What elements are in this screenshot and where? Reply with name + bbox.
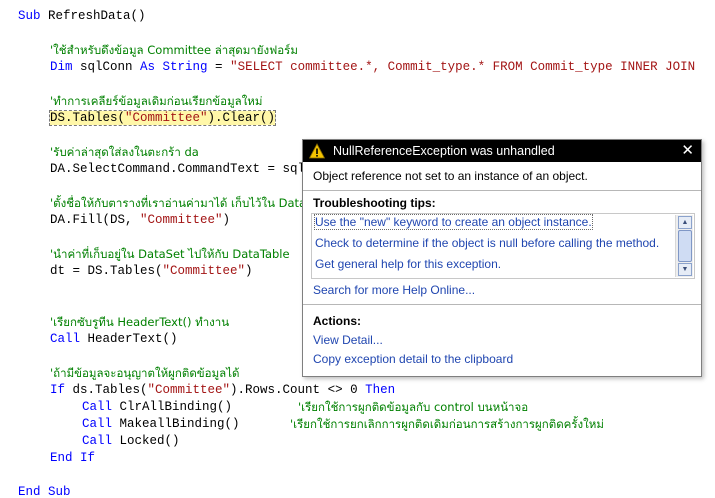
tip-link[interactable]: Check to determine if the object is null…	[315, 236, 659, 250]
tip-link[interactable]: Use the "new" keyword to create an objec…	[314, 214, 593, 230]
code-text: dt = DS.Tables(	[50, 264, 163, 278]
code-line-dim: Dim sqlConn As String = "SELECT committe…	[50, 59, 695, 76]
code-line-clrall: Call ClrAllBinding()	[82, 399, 232, 416]
exception-assistant: NullReferenceException was unhandled ✕ O…	[302, 139, 702, 377]
code-line-sub: Sub RefreshData()	[18, 8, 146, 25]
code-text: ds.Tables(	[65, 383, 148, 397]
code-line-call-header: Call HeaderText()	[50, 331, 178, 348]
comment-line: 'นำค่าที่เก็บอยู่ใน DataSet ไปให้กับ Dat…	[50, 247, 290, 261]
string-literal: "SELECT committee.*, Commit_type.* FROM …	[230, 60, 696, 74]
code-text: sqlConn	[72, 60, 141, 74]
code-text: Locked()	[112, 434, 180, 448]
view-detail-link[interactable]: View Detail...	[313, 333, 383, 347]
keyword: Call	[50, 332, 81, 346]
divider	[303, 304, 701, 305]
scroll-thumb[interactable]	[678, 230, 692, 262]
copy-detail-link[interactable]: Copy exception detail to the clipboard	[313, 352, 513, 366]
exception-title: NullReferenceException was unhandled	[333, 144, 555, 158]
code-text: RefreshData()	[40, 9, 146, 23]
code-line-select: DA.SelectCommand.CommandText = sqlConn	[50, 162, 336, 176]
keyword: If	[50, 383, 66, 397]
close-icon[interactable]: ✕	[681, 142, 694, 160]
code-text: )	[222, 213, 231, 227]
code-line-dt: dt = DS.Tables("Committee")	[50, 263, 253, 280]
code-text: ).Rows.Count <> 0	[230, 383, 366, 397]
keyword: Call	[82, 434, 113, 448]
code-text: ).Clear()	[207, 111, 276, 125]
code-text: )	[245, 264, 253, 278]
string-literal: "Committee"	[125, 111, 208, 125]
code-text: DS.Tables(	[50, 111, 126, 125]
string-literal: "Committee"	[162, 264, 246, 278]
tips-scrollbar[interactable]: ▲ ▼	[675, 215, 693, 277]
code-line-makeall: Call MakeallBinding()	[82, 416, 240, 433]
exception-header: NullReferenceException was unhandled ✕	[303, 140, 701, 162]
warning-icon	[308, 143, 326, 159]
comment-line: 'ใช้สำหรับดึงข้อมูล Committee ล่าสุดมายั…	[50, 43, 298, 57]
comment-line: 'ถ้ามีข้อมูลจะอนุญาตให้ผูกติดข้อมูลได้	[50, 366, 240, 380]
inline-comment: 'เรียกใช้การผูกติดข้อมูลกับ control บนหน…	[298, 400, 529, 414]
code-text: HeaderText()	[80, 332, 178, 346]
tips-list[interactable]: Use the "new" keyword to create an objec…	[311, 213, 695, 279]
keyword: As String	[140, 60, 208, 74]
exception-highlight[interactable]: DS.Tables("Committee").Clear()	[48, 110, 277, 126]
code-text: DA.Fill(DS,	[50, 213, 141, 227]
code-line-endif: End If	[50, 451, 96, 465]
actions-heading: Actions:	[313, 314, 361, 328]
keyword: Then	[365, 383, 396, 397]
comment-line: 'ทำการเคลียร์ข้อมูลเดิมก่อนเรียกข้อมูลให…	[50, 94, 263, 108]
string-literal: "Committee"	[140, 213, 223, 227]
comment-line: 'รับค่าล่าสุดใส่ลงในตะกร้า da	[50, 145, 199, 159]
scroll-down-icon[interactable]: ▼	[678, 263, 692, 276]
inline-comment: 'เรียกใช้การยกเลิกการผูกติดเดิมก่อนการสร…	[290, 417, 604, 431]
code-line-if: If ds.Tables("Committee").Rows.Count <> …	[50, 382, 395, 399]
code-line-clear: DS.Tables("Committee").Clear()	[48, 110, 277, 127]
keyword: Dim	[50, 60, 73, 74]
scroll-up-icon[interactable]: ▲	[678, 216, 692, 229]
keyword: Call	[82, 400, 113, 414]
comment-line: 'เรียกซับรูทีน HeaderText() ทำงาน	[50, 315, 230, 329]
exception-message: Object reference not set to an instance …	[313, 169, 588, 183]
keyword: Sub	[18, 9, 41, 23]
search-help-link[interactable]: Search for more Help Online...	[313, 283, 475, 297]
code-line-locked: Call Locked()	[82, 433, 180, 450]
divider	[303, 190, 701, 191]
code-text: ClrAllBinding()	[112, 400, 233, 414]
code-text: MakeallBinding()	[112, 417, 240, 431]
tips-heading: Troubleshooting tips:	[313, 196, 436, 210]
code-line-fill: DA.Fill(DS, "Committee")	[50, 212, 230, 229]
tip-link[interactable]: Get general help for this exception.	[315, 257, 501, 271]
code-text: =	[207, 60, 231, 74]
keyword: Call	[82, 417, 113, 431]
code-line-endsub: End Sub	[18, 485, 71, 498]
string-literal: "Committee"	[147, 383, 231, 397]
comment-line: 'ตั้งชื่อให้กับตารางที่เราอ่านค่ามาได้ เ…	[50, 196, 325, 210]
